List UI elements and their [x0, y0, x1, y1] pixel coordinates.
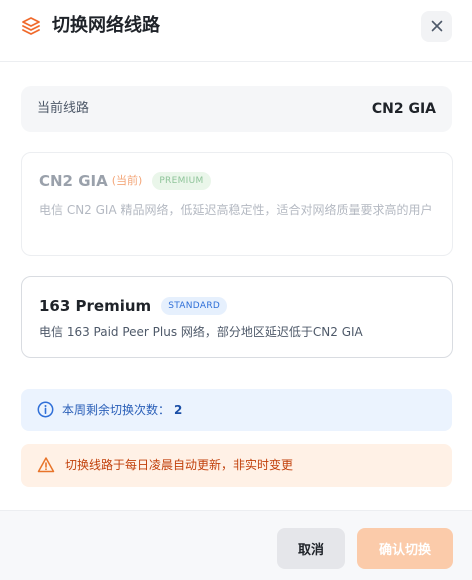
standard-badge: STANDARD [161, 297, 228, 315]
close-button[interactable] [421, 11, 452, 42]
route-option-cn2-gia: CN2 GIA (当前) PREMIUM 电信 CN2 GIA 精品网络，低延迟… [21, 152, 453, 256]
premium-badge: PREMIUM [152, 172, 211, 190]
switch-quota-label: 本周剩余切换次数： [62, 403, 171, 417]
layers-icon [21, 16, 41, 36]
confirm-switch-button[interactable]: 确认切换 [357, 528, 453, 569]
current-tag: (当前) [111, 174, 143, 187]
dialog-title: 切换网络线路 [52, 15, 160, 36]
current-route-box: 当前线路 CN2 GIA [21, 86, 452, 132]
dialog-footer: 取消 确认切换 [0, 510, 472, 580]
route-option-163-premium[interactable]: 163 Premium STANDARD 电信 163 Paid Peer Pl… [21, 276, 453, 358]
warning-icon [37, 456, 55, 474]
current-route-label: 当前线路 [37, 101, 90, 116]
update-warning-text: 切换线路于每日凌晨自动更新，非实时变更 [65, 458, 294, 472]
info-icon [37, 401, 54, 418]
close-icon [431, 17, 443, 36]
route-option-description: 电信 CN2 GIA 精品网络，低延迟高稳定性，适合对网络质量要求高的用户 [39, 203, 433, 217]
update-warning: 切换线路于每日凌晨自动更新，非实时变更 [21, 444, 452, 487]
current-route-value: CN2 GIA [371, 101, 436, 117]
dialog-header: 切换网络线路 [0, 0, 472, 62]
route-option-name: CN2 GIA [39, 172, 108, 190]
route-option-description: 电信 163 Paid Peer Plus 网络，部分地区延迟低于CN2 GIA [39, 325, 363, 339]
switch-quota-info: 本周剩余切换次数： 2 [21, 389, 452, 431]
switch-quota-count: 2 [174, 403, 183, 417]
switch-quota-text: 本周剩余切换次数： 2 [62, 401, 182, 419]
cancel-button[interactable]: 取消 [277, 528, 345, 569]
route-option-name: 163 Premium [39, 297, 152, 315]
